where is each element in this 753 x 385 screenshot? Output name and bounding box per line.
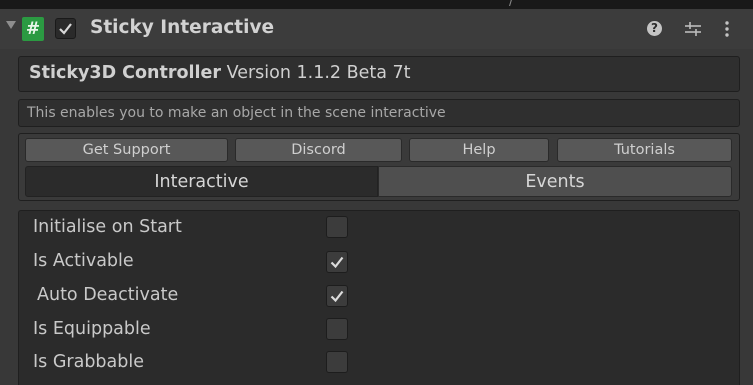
checkmark-icon <box>59 23 72 35</box>
initialise-on-start-label: Initialise on Start <box>33 217 182 237</box>
component-header[interactable]: # Sticky Interactive ? <box>0 9 753 49</box>
checkmark-icon <box>330 290 344 303</box>
is-equippable-label: Is Equippable <box>33 319 151 339</box>
get-support-button[interactable]: Get Support <box>25 138 228 162</box>
is-equippable-checkbox[interactable] <box>326 318 348 340</box>
foldout-arrow-icon[interactable] <box>6 21 16 29</box>
script-icon: # <box>22 17 44 41</box>
description-text: This enables you to make an object in th… <box>27 105 446 121</box>
is-activable-label: Is Activable <box>33 251 134 271</box>
initialise-on-start-checkbox[interactable] <box>326 216 348 238</box>
discord-button[interactable]: Discord <box>235 138 402 162</box>
is-activable-checkbox[interactable] <box>326 251 348 273</box>
checkmark-icon <box>330 256 344 269</box>
help-button[interactable]: Help <box>409 138 549 162</box>
component-enable-checkbox[interactable] <box>55 18 76 39</box>
description-box: This enables you to make an object in th… <box>18 99 740 127</box>
preset-icon[interactable] <box>682 18 704 40</box>
component-title: Sticky Interactive <box>90 17 275 38</box>
is-grabbable-label: Is Grabbable <box>33 352 144 372</box>
window-top-strip: / <box>0 0 753 9</box>
help-icon[interactable]: ? <box>644 18 666 40</box>
version-box: Sticky3D Controller Version 1.1.2 Beta 7… <box>18 56 740 92</box>
version-text: Version 1.1.2 Beta 7t <box>226 63 411 83</box>
top-strip-text: / <box>509 0 514 9</box>
product-name: Sticky3D Controller <box>29 63 222 83</box>
kebab-menu-icon[interactable] <box>716 18 738 40</box>
tab-interactive[interactable]: Interactive <box>25 166 378 197</box>
tutorials-button[interactable]: Tutorials <box>557 138 732 162</box>
is-grabbable-checkbox[interactable] <box>326 351 348 373</box>
auto-deactivate-checkbox[interactable] <box>326 285 348 307</box>
auto-deactivate-label: Auto Deactivate <box>37 285 179 305</box>
tab-events[interactable]: Events <box>378 166 732 197</box>
